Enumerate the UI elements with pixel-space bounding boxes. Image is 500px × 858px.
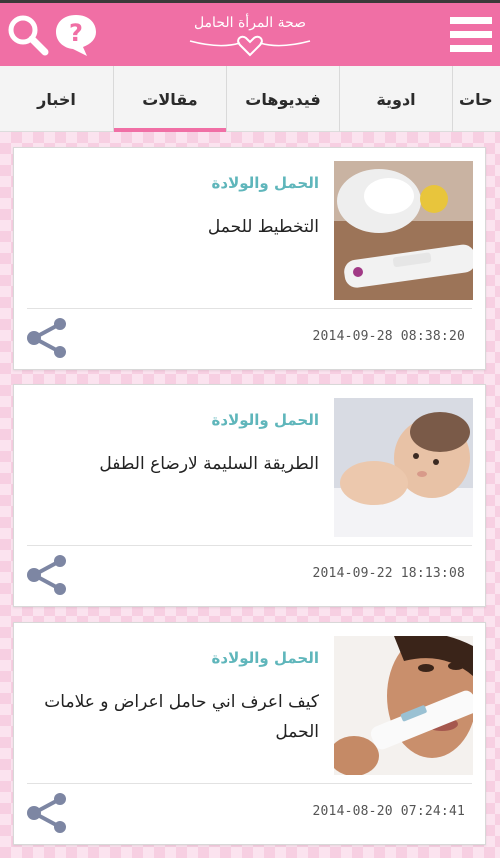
search-button[interactable] bbox=[4, 11, 52, 59]
tab-label: حات bbox=[459, 89, 493, 109]
article-card[interactable]: الحمل والولادة كيف اعرف اني حامل اعراض و… bbox=[13, 622, 486, 845]
tab-label: ادوية bbox=[376, 89, 416, 109]
tab-label: فيديوهات bbox=[245, 89, 321, 109]
divider bbox=[27, 783, 472, 784]
divider bbox=[27, 308, 472, 309]
article-title: الطريقة السليمة لارضاع الطفل bbox=[99, 454, 319, 474]
article-date: 2014-09-22 18:13:08 bbox=[312, 566, 465, 581]
share-button[interactable] bbox=[24, 790, 70, 836]
tab-label: مقالات bbox=[142, 89, 198, 109]
share-button[interactable] bbox=[24, 552, 70, 598]
divider bbox=[27, 545, 472, 546]
article-card[interactable]: الحمل والولادة التخطيط للحمل 2014-09-28 … bbox=[13, 147, 486, 370]
article-category: الحمل والولادة bbox=[211, 411, 319, 429]
tab-videos[interactable]: فيديوهات bbox=[226, 66, 339, 132]
woman-holding-test-photo bbox=[334, 636, 473, 775]
article-card[interactable]: الحمل والولادة الطريقة السليمة لارضاع ال… bbox=[13, 384, 486, 607]
share-icon bbox=[27, 555, 66, 595]
article-category: الحمل والولادة bbox=[211, 174, 319, 192]
article-title: التخطيط للحمل bbox=[207, 217, 319, 237]
heart-logo-icon bbox=[189, 35, 311, 57]
pregnancy-test-photo bbox=[334, 161, 473, 300]
tab-articles[interactable]: مقالات bbox=[113, 66, 226, 132]
article-date: 2014-09-28 08:38:20 bbox=[312, 329, 465, 344]
article-title: كيف اعرف اني حامل اعراض و علامات الحمل bbox=[44, 692, 319, 742]
menu-button[interactable] bbox=[446, 11, 496, 59]
search-icon bbox=[8, 15, 49, 56]
tab-medicines[interactable]: ادوية bbox=[339, 66, 452, 132]
share-icon bbox=[27, 793, 66, 833]
tab-partial[interactable]: حات bbox=[452, 66, 500, 132]
svg-text:?: ? bbox=[69, 19, 83, 47]
hamburger-menu-icon bbox=[450, 17, 492, 52]
article-category: الحمل والولادة bbox=[211, 649, 319, 667]
share-button[interactable] bbox=[24, 315, 70, 361]
tab-news[interactable]: اخبار bbox=[0, 66, 113, 132]
app-logo: صحة المرأة الحامل bbox=[180, 13, 320, 59]
share-icon bbox=[27, 318, 66, 358]
question-bubble-icon: ? bbox=[56, 15, 96, 56]
category-tabs: اخبار مقالات فيديوهات ادوية حات bbox=[0, 66, 500, 132]
app-header: ? صحة المرأة الحامل bbox=[0, 0, 500, 66]
tab-label: اخبار bbox=[37, 89, 76, 109]
newborn-baby-photo bbox=[334, 398, 473, 537]
help-button[interactable]: ? bbox=[52, 11, 100, 59]
article-date: 2014-08-20 07:24:41 bbox=[312, 804, 465, 819]
